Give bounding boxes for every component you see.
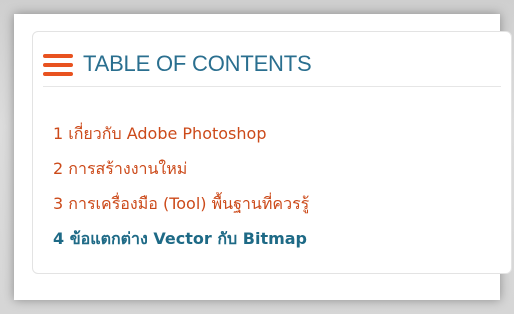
toc-item-about-photoshop[interactable]: 1 เกี่ยวกับ Adobe Photoshop: [53, 116, 309, 151]
toc-link-active[interactable]: 4 ข้อแตกต่าง Vector กับ Bitmap: [53, 229, 307, 248]
toc-item-new-document[interactable]: 2 การสร้างงานใหม่: [53, 151, 309, 186]
toc-header: TABLE OF CONTENTS: [43, 46, 501, 87]
toc-title: TABLE OF CONTENTS: [83, 51, 312, 76]
toc-item-basic-tools[interactable]: 3 การเครื่องมือ (Tool) พื้นฐานที่ควรรู้: [53, 186, 309, 221]
table-of-contents-panel: TABLE OF CONTENTS 1 เกี่ยวกับ Adobe Phot…: [32, 31, 512, 274]
toc-link[interactable]: 3 การเครื่องมือ (Tool) พื้นฐานที่ควรรู้: [53, 194, 309, 213]
screenshot-frame: TABLE OF CONTENTS 1 เกี่ยวกับ Adobe Phot…: [14, 14, 512, 300]
toc-item-vector-vs-bitmap[interactable]: 4 ข้อแตกต่าง Vector กับ Bitmap: [53, 221, 309, 256]
toc-link[interactable]: 1 เกี่ยวกับ Adobe Photoshop: [53, 124, 266, 143]
toc-list: 1 เกี่ยวกับ Adobe Photoshop 2 การสร้างงา…: [53, 116, 309, 256]
toc-link[interactable]: 2 การสร้างงานใหม่: [53, 159, 187, 178]
hamburger-menu-icon[interactable]: [43, 54, 73, 76]
